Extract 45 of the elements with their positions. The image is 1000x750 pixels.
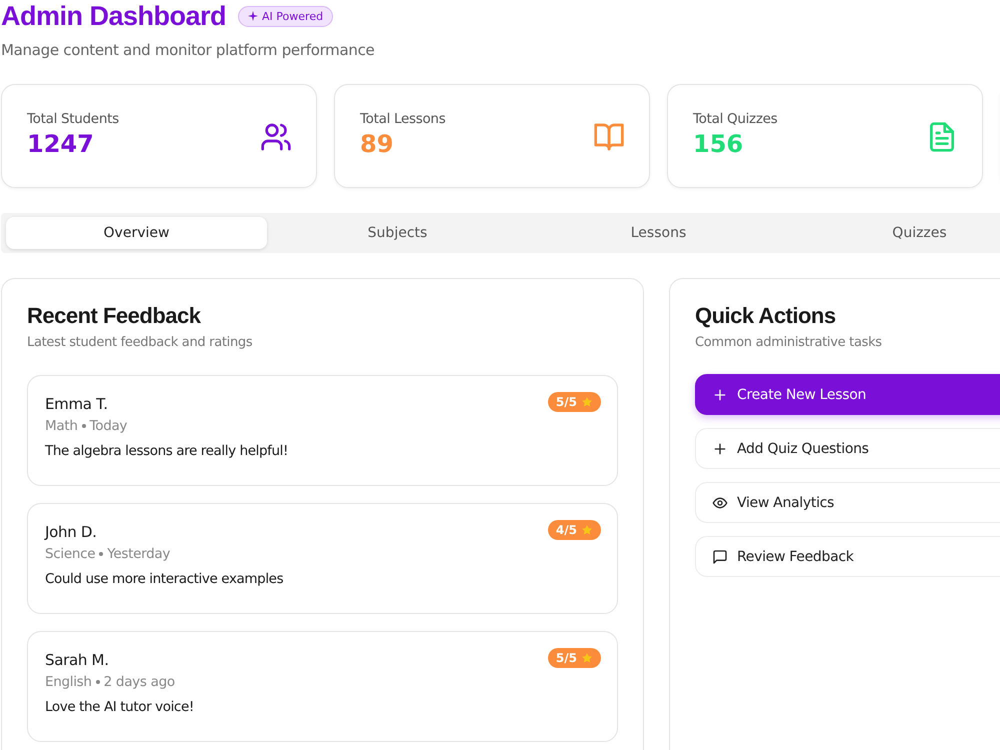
action-button[interactable]: View Analytics — [695, 482, 1000, 523]
dot-separator — [96, 680, 100, 684]
action-button[interactable]: Review Feedback — [695, 536, 1000, 577]
student-name: Emma T. — [45, 395, 108, 413]
panel-subtitle: Latest student feedback and ratings — [27, 335, 254, 350]
ai-badge: AI Powered — [238, 6, 334, 26]
stat-label: Total Students — [27, 111, 119, 127]
plus-icon — [712, 386, 728, 402]
action-button[interactable]: Add Quiz Questions — [695, 428, 1000, 469]
subject-label: English — [45, 674, 92, 690]
time-label: Today — [90, 418, 128, 434]
feedback-comment: The algebra lessons are really helpful! — [45, 443, 290, 459]
subject-label: Science — [45, 546, 96, 562]
dot-separator — [82, 424, 86, 428]
feedback-comment: Love the AI tutor voice! — [45, 699, 195, 715]
stat-value: 1247 — [27, 130, 95, 158]
stat-value: 89 — [360, 130, 394, 158]
stat-label: Total Quizzes — [693, 111, 778, 127]
stat-label: Total Lessons — [360, 111, 446, 127]
feedback-comment: Could use more interactive examples — [45, 571, 284, 587]
message-icon — [712, 548, 728, 564]
tab[interactable]: Lessons — [528, 217, 789, 249]
book-icon — [593, 121, 625, 153]
tab[interactable]: Subjects — [267, 217, 528, 249]
time-label: Yesterday — [107, 546, 170, 562]
eye-icon — [712, 494, 728, 510]
plus-icon — [712, 440, 728, 456]
tab[interactable]: Quizzes — [789, 217, 1000, 249]
rating-badge: 5/5 — [548, 648, 601, 668]
student-name: John D. — [45, 523, 97, 541]
stat-value: 156 — [693, 130, 744, 158]
panel-title: Recent Feedback — [27, 303, 202, 329]
page-subtitle: Manage content and monitor platform performance — [1, 41, 376, 59]
action-button[interactable]: Create New Lesson — [695, 374, 1000, 415]
tab[interactable]: Overview — [6, 217, 267, 249]
rating-badge: 4/5 — [548, 520, 601, 540]
panel-title: Quick Actions — [695, 303, 837, 329]
time-label: 2 days ago — [104, 674, 175, 690]
student-name: Sarah M. — [45, 651, 109, 669]
rating-badge: 5/5 — [548, 392, 601, 412]
panel-subtitle: Common administrative tasks — [695, 335, 883, 350]
users-icon — [260, 121, 292, 153]
page-title: Admin Dashboard — [1, 0, 226, 32]
dot-separator — [99, 552, 104, 556]
subject-label: Math — [45, 418, 78, 434]
